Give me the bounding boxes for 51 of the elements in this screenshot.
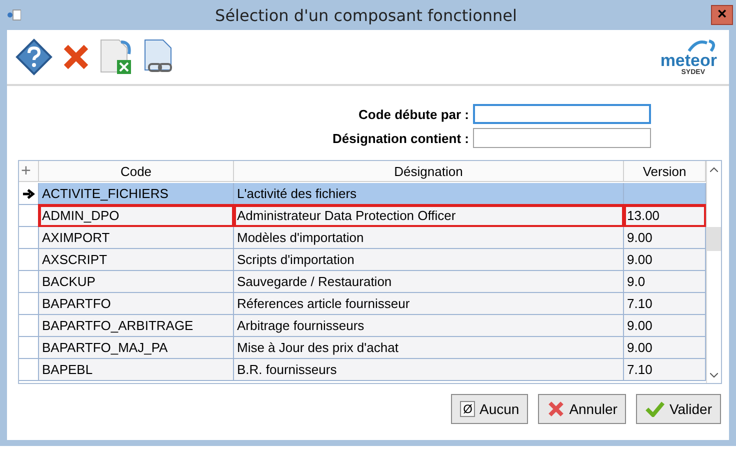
filter-field[interactable] bbox=[473, 104, 651, 124]
row-indicator[interactable] bbox=[19, 183, 39, 205]
version-cell: 9.00 bbox=[624, 227, 706, 249]
scrollbar[interactable] bbox=[706, 161, 721, 383]
designation-cell: Administrateur Data Protection Officer bbox=[234, 205, 624, 227]
version-cell: 7.10 bbox=[624, 359, 706, 381]
close-button[interactable]: × bbox=[711, 5, 733, 25]
designation-cell: Modèles d'importation bbox=[234, 227, 624, 249]
code-cell: ACTIVITE_FICHIERS bbox=[39, 183, 234, 205]
code-cell: BAPARTFO_ARBITRAGE bbox=[39, 315, 234, 337]
help-icon[interactable] bbox=[15, 38, 53, 76]
code-cell: AXIMPORT bbox=[39, 227, 234, 249]
cancel-button[interactable]: Annuler bbox=[538, 394, 626, 424]
column-header[interactable]: Désignation bbox=[234, 161, 624, 182]
code-cell: BAPARTFO bbox=[39, 293, 234, 315]
designation-cell: Scripts d'importation bbox=[234, 249, 624, 271]
filter-field[interactable] bbox=[473, 128, 651, 148]
code-cell: ADMIN_DPO bbox=[39, 205, 234, 227]
version-cell: 9.00 bbox=[624, 249, 706, 271]
designation-cell: L'activité des fichiers bbox=[234, 183, 624, 205]
empty-set-icon: Ø bbox=[460, 401, 476, 417]
designation-cell: Arbitrage fournisseurs bbox=[234, 315, 624, 337]
checkmark-icon bbox=[645, 401, 666, 417]
field-label: Code débute par : bbox=[357, 106, 469, 122]
version-cell: 13.00 bbox=[624, 205, 706, 227]
code-cell: BAPEBL bbox=[39, 359, 234, 381]
none-button[interactable]: Ø Aucun bbox=[451, 394, 528, 424]
designation-cell: Mise à Jour des prix d'achat bbox=[234, 337, 624, 359]
designation-cell: B.R. fournisseurs bbox=[234, 359, 624, 381]
ok-button[interactable]: Valider bbox=[636, 394, 721, 424]
version-cell: 7.10 bbox=[624, 293, 706, 315]
designation-cell: Sauvegarde / Restauration bbox=[234, 271, 624, 293]
column-header[interactable]: Code bbox=[39, 161, 234, 182]
cross-icon bbox=[547, 400, 566, 418]
add-column-button[interactable]: + bbox=[19, 161, 39, 182]
version-cell: 9.00 bbox=[624, 337, 706, 359]
window-title: Sélection d'un composant fonctionnel bbox=[214, 6, 518, 24]
version-cell: 9.00 bbox=[624, 315, 706, 337]
swirl-logo-icon bbox=[687, 38, 717, 52]
scroll-thumb[interactable] bbox=[707, 227, 721, 251]
designation-cell: Réferences article fournisseur bbox=[234, 293, 624, 315]
field-label: Désignation contient : bbox=[332, 130, 469, 146]
code-cell: BACKUP bbox=[39, 271, 234, 293]
app-icon bbox=[7, 9, 21, 21]
current-row-arrow-icon bbox=[22, 188, 34, 198]
logo-name: meteor bbox=[660, 52, 717, 68]
version-cell: 9.0 bbox=[624, 271, 706, 293]
column-header[interactable]: Version bbox=[624, 161, 706, 182]
delete-icon[interactable] bbox=[61, 42, 91, 72]
code-cell: AXSCRIPT bbox=[39, 249, 234, 271]
code-cell: BAPARTFO_MAJ_PA bbox=[39, 337, 234, 359]
